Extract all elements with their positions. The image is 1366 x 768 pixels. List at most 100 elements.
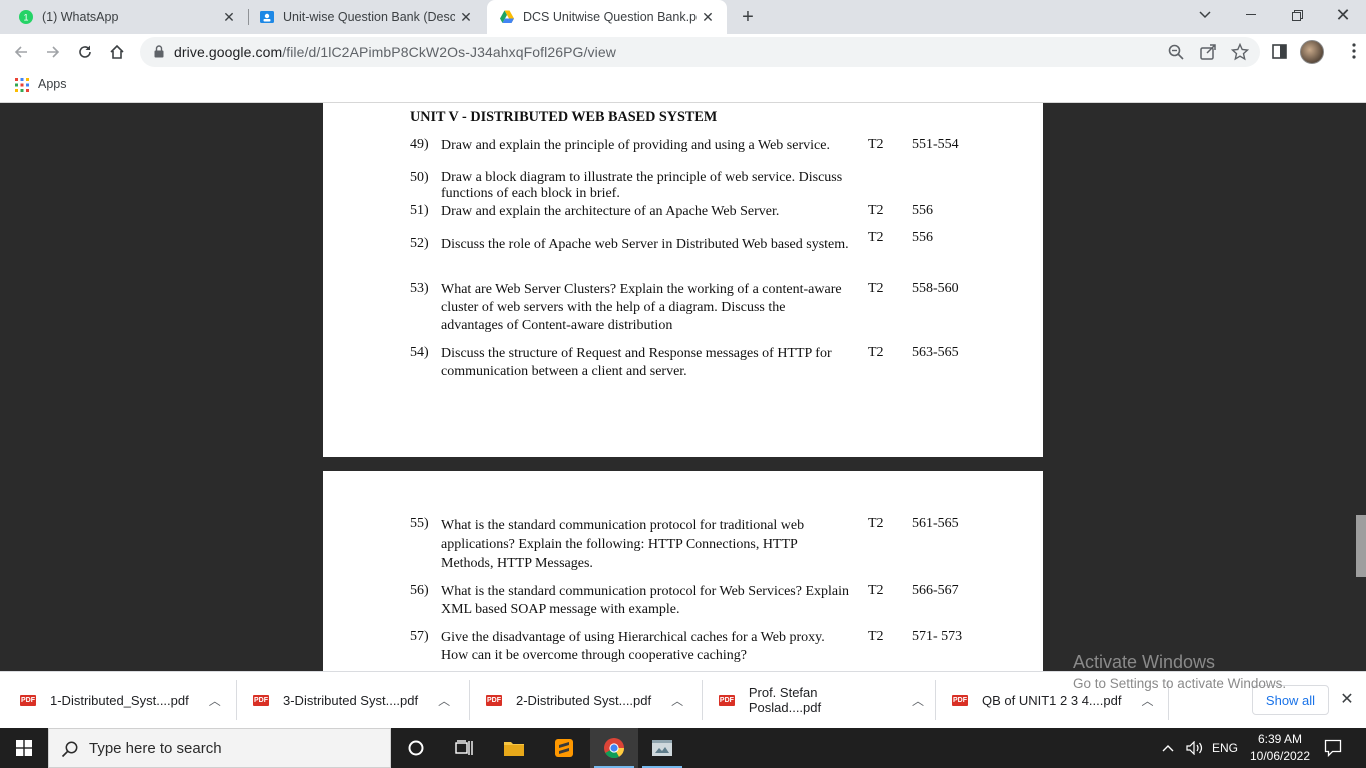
question-number: 57) (410, 629, 429, 644)
zoom-icon[interactable] (1167, 43, 1185, 61)
question-pages: 558-560 (912, 281, 959, 296)
question-number: 54) (410, 345, 429, 360)
address-bar[interactable]: drive.google.com/file/d/1lC2APimbP8CkW2O… (140, 37, 1260, 67)
close-window-button[interactable]: ✕ (1320, 0, 1366, 30)
question-pages: 563-565 (912, 345, 959, 360)
question-text: Draw and explain the architecture of an … (441, 204, 780, 219)
download-item[interactable]: PDF 3-Distributed Syst....pdf ︿ (253, 680, 458, 720)
question-number: 50) (410, 170, 429, 185)
chevron-up-icon[interactable]: ︿ (438, 692, 450, 709)
lock-icon[interactable] (154, 45, 164, 58)
notifications-button[interactable] (1324, 728, 1342, 768)
close-tab-icon[interactable]: ✕ (697, 6, 719, 28)
question-number: 55) (410, 516, 429, 531)
reload-button[interactable] (72, 39, 98, 65)
volume-button[interactable] (1186, 728, 1204, 768)
question-pages: 556 (912, 230, 933, 245)
question-reference: T2 (868, 345, 884, 360)
question-reference: T2 (868, 281, 884, 296)
divider (236, 680, 237, 720)
tab-search-button[interactable] (1182, 0, 1228, 30)
download-filename: 2-Distributed Syst....pdf (516, 692, 652, 708)
browser-toolbar: drive.google.com/file/d/1lC2APimbP8CkW2O… (0, 34, 1366, 70)
show-hidden-icons[interactable] (1162, 728, 1174, 768)
question-number: 53) (410, 281, 429, 296)
url-host: drive.google.com (174, 44, 283, 60)
minimize-button[interactable] (1228, 0, 1274, 30)
start-button[interactable] (0, 728, 48, 768)
question-number: 56) (410, 583, 429, 598)
apps-grid-icon (15, 78, 29, 92)
question-reference: T2 (868, 629, 884, 644)
pdf-viewer[interactable]: UNIT V - DISTRIBUTED WEB BASED SYSTEM 49… (0, 103, 1366, 671)
arrow-left-icon (14, 46, 27, 58)
close-tab-icon[interactable]: ✕ (218, 6, 240, 28)
tab-question-bank[interactable]: Unit-wise Question Bank (Descrip ✕ (249, 0, 485, 34)
tab-title: DCS Unitwise Question Bank.pdf (523, 10, 697, 24)
restore-button[interactable] (1274, 0, 1320, 30)
close-tab-icon[interactable]: ✕ (455, 6, 477, 28)
whatsapp-icon: 1 (19, 10, 33, 24)
download-filename: Prof. Stefan Poslad....pdf (748, 685, 822, 715)
download-filename: QB of UNIT1 2 3 4....pdf (982, 692, 1122, 708)
search-placeholder: Type here to search (89, 740, 222, 757)
download-filename: 3-Distributed Syst....pdf (283, 692, 419, 708)
question-text: Draw and explain the principle of provid… (441, 138, 830, 153)
question-reference: T2 (868, 516, 884, 531)
sublime-text-button[interactable] (540, 728, 588, 768)
side-panel-icon[interactable] (1270, 42, 1290, 62)
more-menu-icon[interactable] (1352, 43, 1356, 59)
chevron-up-icon[interactable]: ︿ (912, 692, 924, 709)
forward-button[interactable] (40, 39, 66, 65)
download-item[interactable]: PDF Prof. Stefan Poslad....pdf ︿ (719, 680, 924, 720)
download-item[interactable]: PDF 2-Distributed Syst....pdf ︿ (486, 680, 691, 720)
tab-title: (1) WhatsApp (42, 10, 119, 24)
url-text[interactable]: drive.google.com/file/d/1lC2APimbP8CkW2O… (174, 44, 616, 60)
divider (469, 680, 470, 720)
pdf-page: UNIT V - DISTRIBUTED WEB BASED SYSTEM 49… (323, 103, 1043, 457)
pdf-file-icon: PDF (952, 694, 968, 706)
task-view-icon (455, 740, 473, 755)
system-clock[interactable]: 6:39 AM 10/06/2022 (1240, 731, 1320, 765)
question-text: Discuss the role of Apache web Server in… (441, 237, 849, 252)
question-text: Draw a block diagram to illustrate the p… (441, 170, 843, 201)
tab-dcs-pdf[interactable]: DCS Unitwise Question Bank.pdf ✕ (487, 0, 727, 34)
close-shelf-icon[interactable]: ✕ (1337, 689, 1357, 709)
chevron-down-icon (1199, 11, 1211, 19)
activation-watermark-subtitle: Go to Settings to activate Windows. (1073, 676, 1287, 691)
tab-whatsapp[interactable]: 1 (1) WhatsApp ✕ (0, 0, 248, 34)
file-explorer-button[interactable] (490, 728, 538, 768)
viewer-scrollbar-thumb[interactable] (1356, 515, 1366, 577)
back-button[interactable] (8, 39, 34, 65)
google-drive-icon (500, 10, 514, 23)
new-tab-button[interactable]: + (737, 6, 759, 28)
download-item[interactable]: PDF 1-Distributed_Syst....pdf ︿ (20, 680, 225, 720)
chrome-icon (604, 738, 625, 759)
task-view-button[interactable] (440, 728, 488, 768)
question-pages: 561-565 (912, 516, 959, 531)
question-reference: T2 (868, 203, 884, 218)
pdf-file-icon: PDF (20, 694, 36, 706)
language-indicator[interactable]: ENG (1212, 728, 1238, 768)
divider (702, 680, 703, 720)
search-icon (61, 741, 78, 758)
home-button[interactable] (104, 39, 130, 65)
question-reference: T2 (868, 137, 884, 152)
question-reference: T2 (868, 583, 884, 598)
share-icon[interactable] (1199, 43, 1217, 61)
arrow-right-icon (47, 46, 60, 58)
bookmark-star-icon[interactable] (1231, 43, 1249, 61)
download-filename: 1-Distributed_Syst....pdf (50, 692, 189, 708)
taskbar-search[interactable]: Type here to search (48, 728, 391, 768)
cortana-button[interactable] (392, 728, 440, 768)
chevron-up-icon[interactable]: ︿ (1141, 692, 1153, 709)
pdf-file-icon: PDF (719, 694, 735, 706)
chrome-button[interactable] (590, 728, 638, 768)
app-button[interactable] (638, 728, 686, 768)
profile-avatar[interactable] (1300, 40, 1324, 64)
chevron-up-icon[interactable]: ︿ (671, 692, 683, 709)
clock-date: 10/06/2022 (1249, 749, 1311, 763)
sublime-text-icon (555, 739, 573, 757)
minimize-icon (1246, 14, 1256, 15)
chevron-up-icon[interactable]: ︿ (209, 692, 221, 709)
